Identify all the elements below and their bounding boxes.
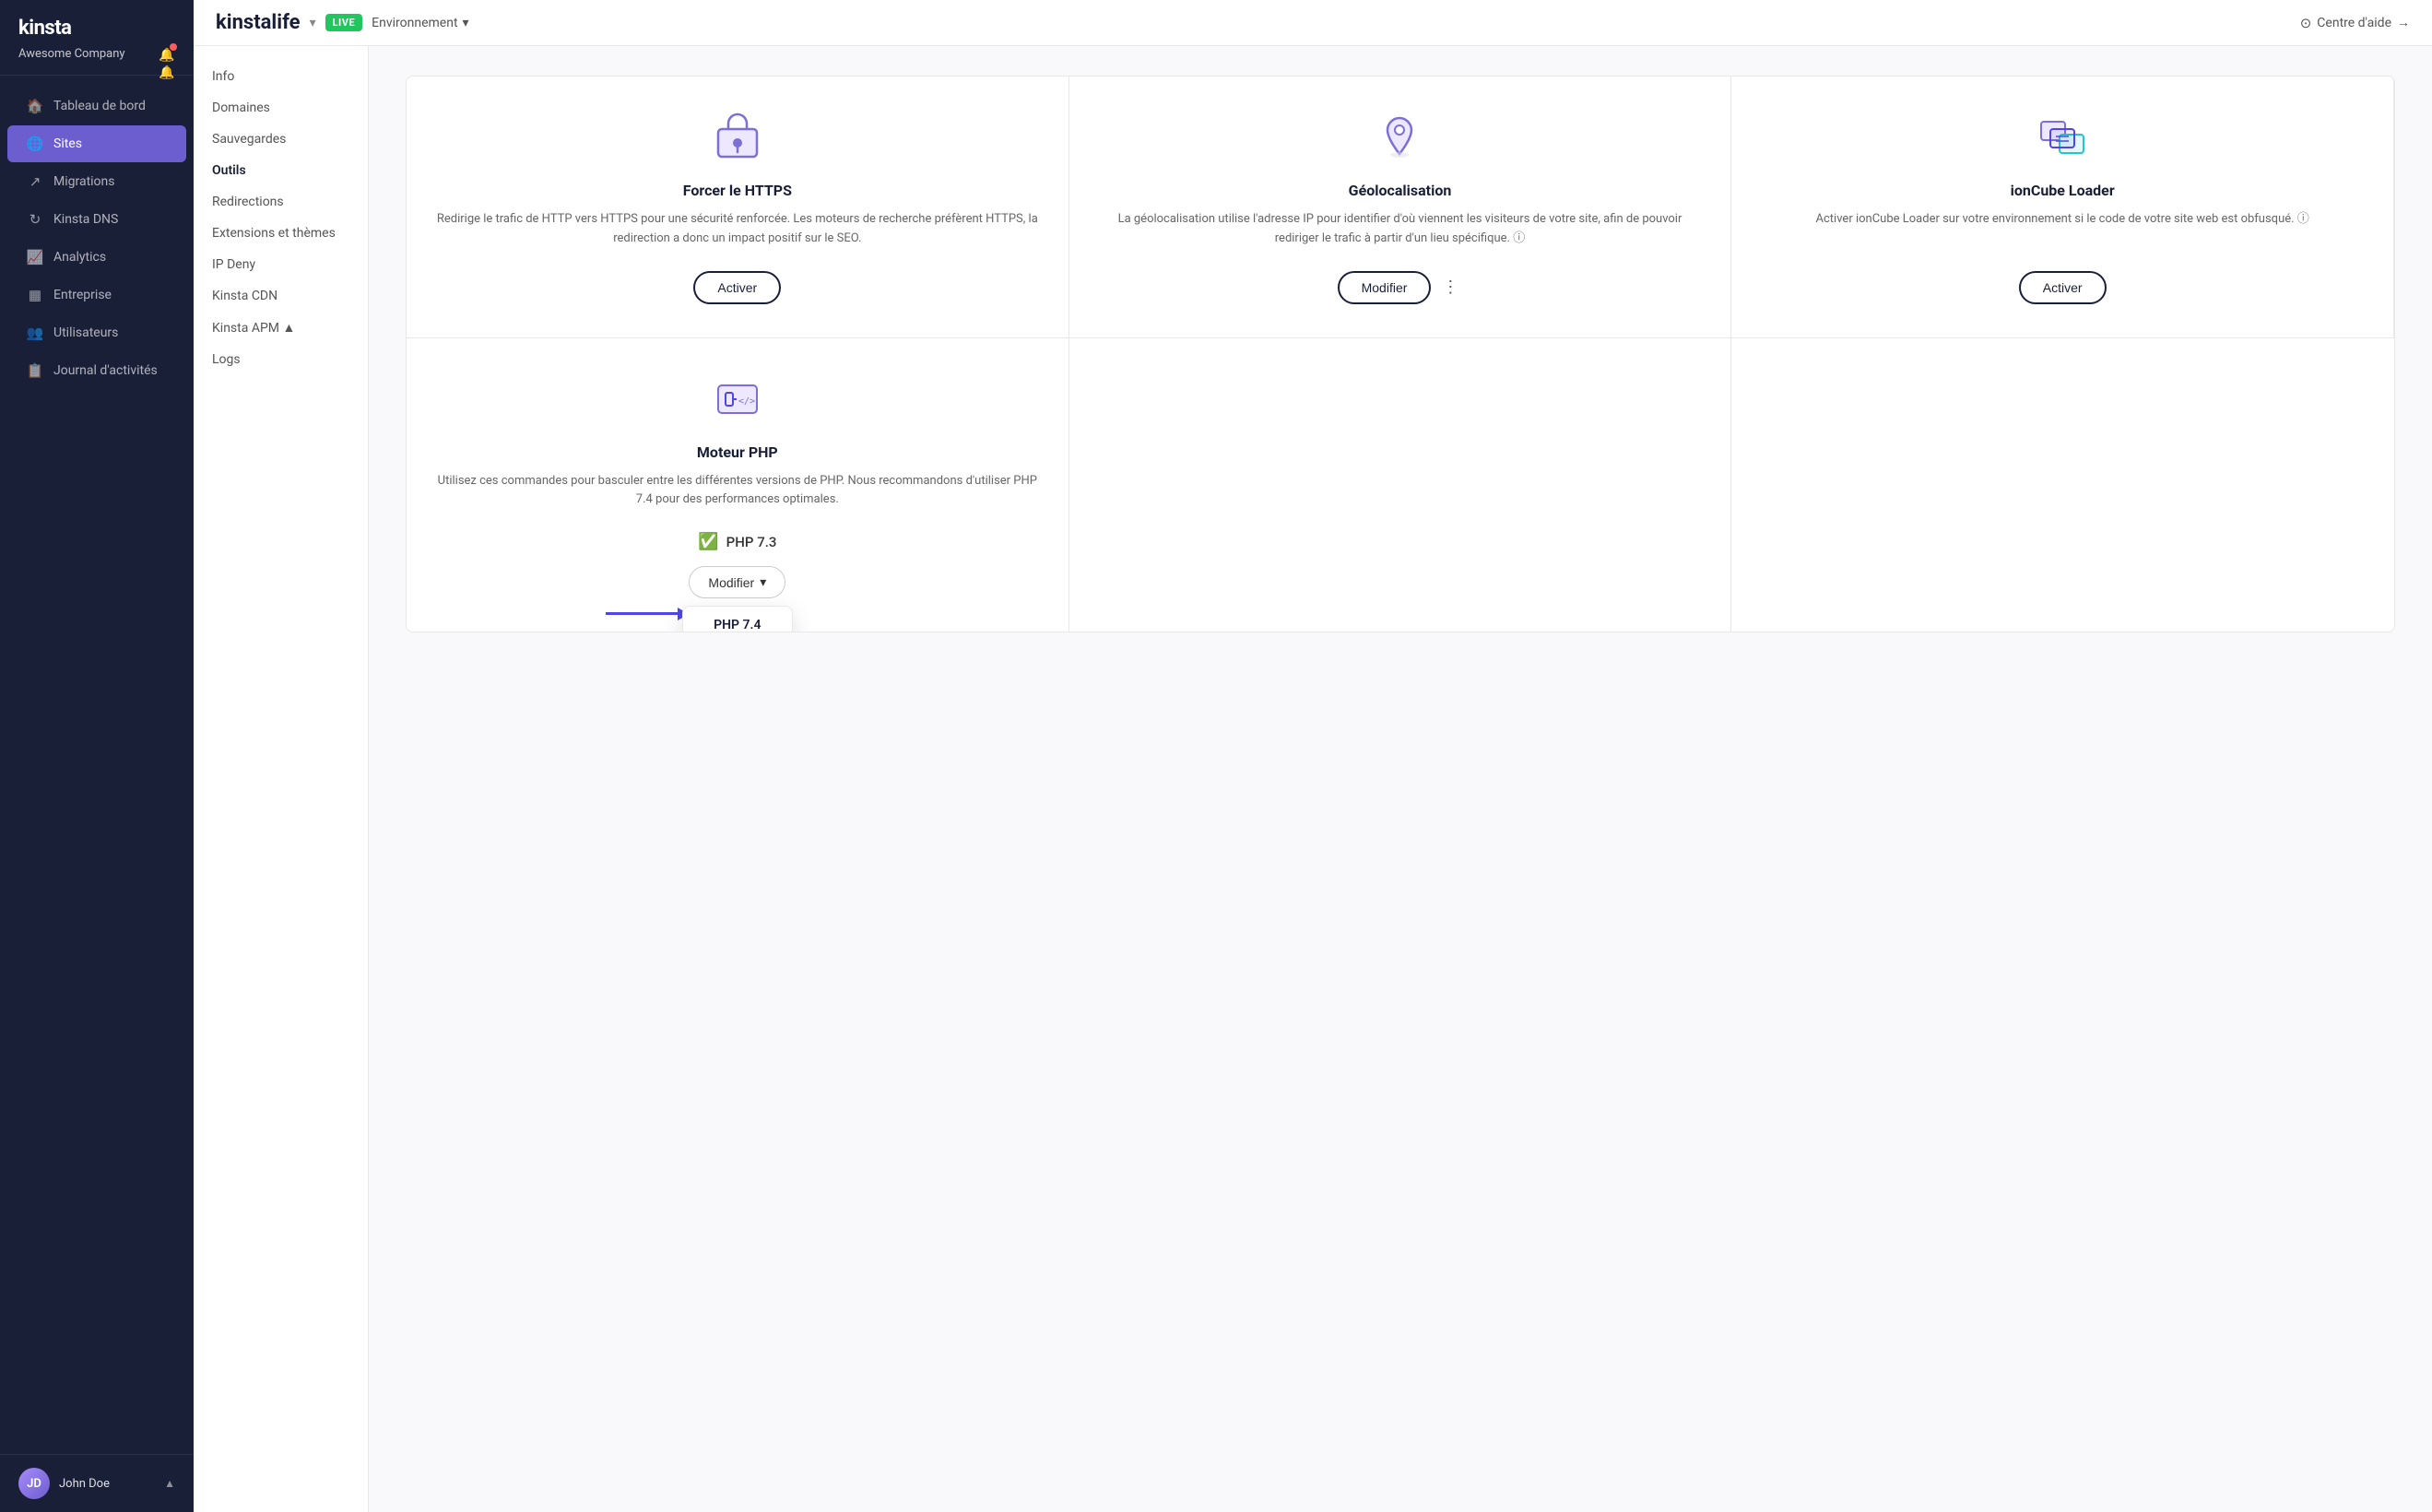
- sidebar-footer: JD John Doe ▲: [0, 1454, 194, 1512]
- user-info: JD John Doe: [18, 1468, 110, 1499]
- tool-card-ioncube: ionCube Loader Activer ionCube Loader su…: [1731, 77, 2394, 338]
- sub-nav-logs[interactable]: Logs: [194, 344, 368, 375]
- help-icon: ⊙: [2300, 15, 2312, 31]
- content-area: Info Domaines Sauvegardes Outils Redirec…: [194, 46, 2432, 1512]
- sidebar-item-label: Analytics: [53, 250, 106, 265]
- geo-title: Géolocalisation: [1349, 182, 1452, 199]
- php-version-row: ✅ PHP 7.3: [698, 532, 776, 551]
- env-selector[interactable]: Environnement ▾: [372, 16, 468, 30]
- help-label: Centre d'aide: [2317, 16, 2391, 30]
- sub-nav-info[interactable]: Info: [194, 61, 368, 92]
- sidebar-item-kinsta-dns[interactable]: ↻ Kinsta DNS: [7, 201, 186, 238]
- ioncube-title: ionCube Loader: [2011, 182, 2115, 199]
- sidebar-item-label: Journal d'activités: [53, 363, 158, 378]
- notification-icon[interactable]: 🔔: [159, 45, 175, 62]
- page-content: Forcer le HTTPS Redirige le trafic de HT…: [369, 46, 2432, 1512]
- sidebar-item-analytics[interactable]: 📈 Analytics: [7, 239, 186, 276]
- https-icon: [710, 110, 765, 165]
- sidebar-header: kinsta Awesome Company 🔔: [0, 0, 194, 76]
- geo-icon: [1372, 110, 1427, 165]
- https-actions: Activer: [693, 271, 781, 304]
- sub-nav-outils[interactable]: Outils: [194, 155, 368, 186]
- https-title: Forcer le HTTPS: [683, 182, 792, 199]
- main-area: kinstalife ▾ LIVE Environnement ▾ ⊙ Cent…: [194, 0, 2432, 1512]
- sub-nav-ip-deny[interactable]: IP Deny: [194, 249, 368, 280]
- geo-more-icon[interactable]: ⋮: [1438, 274, 1462, 301]
- site-chevron-icon[interactable]: ▾: [310, 16, 316, 30]
- https-activate-button[interactable]: Activer: [693, 271, 781, 304]
- sidebar-logo: kinsta: [18, 17, 175, 40]
- php-description: Utilisez ces commandes pour basculer ent…: [432, 472, 1043, 511]
- users-icon: 👥: [26, 324, 44, 342]
- help-chevron-icon: →: [2397, 15, 2410, 30]
- site-name: kinstalife: [216, 11, 301, 34]
- svg-text:</>: </>: [738, 396, 755, 407]
- ioncube-activate-button[interactable]: Activer: [2019, 271, 2107, 304]
- user-name: John Doe: [59, 1477, 110, 1491]
- sidebar-item-journal[interactable]: 📋 Journal d'activités: [7, 352, 186, 389]
- ioncube-description: Activer ionCube Loader sur votre environ…: [1816, 210, 2309, 249]
- env-chevron-icon: ▾: [463, 16, 469, 30]
- sub-nav-sauvegardes[interactable]: Sauvegardes: [194, 124, 368, 155]
- sidebar-company: Awesome Company 🔔: [18, 45, 175, 62]
- sidebar-item-migrations[interactable]: ↗ Migrations: [7, 163, 186, 200]
- modifier-chevron-icon: ▾: [760, 574, 766, 590]
- sidebar-item-dashboard[interactable]: 🏠 Tableau de bord: [7, 88, 186, 124]
- modifier-label: Modifier: [708, 575, 754, 590]
- home-icon: 🏠: [26, 97, 44, 115]
- arrow-indicator: [606, 612, 679, 615]
- tool-card-php: </> Moteur PHP Utilisez ces commandes po…: [407, 338, 1069, 632]
- sidebar-item-sites[interactable]: 🌐 Sites: [7, 125, 186, 162]
- sidebar-item-label: Tableau de bord: [53, 99, 146, 113]
- sub-nav-kinsta-cdn[interactable]: Kinsta CDN: [194, 280, 368, 312]
- sidebar-item-label: Sites: [53, 136, 82, 151]
- php-current-version: PHP 7.3: [726, 534, 777, 550]
- sub-nav-kinsta-apm[interactable]: Kinsta APM ▲: [194, 312, 368, 344]
- entreprise-icon: ▦: [26, 286, 44, 304]
- sidebar-item-label: Entreprise: [53, 288, 112, 302]
- php-dropdown-menu: PHP 7.4 PHP 7.3 PHP 7.2: [682, 606, 793, 632]
- geo-actions: Modifier ⋮: [1338, 271, 1463, 304]
- tool-card-empty-1: [1069, 338, 1732, 632]
- env-label: Environnement: [372, 16, 457, 30]
- geo-modify-button[interactable]: Modifier: [1338, 271, 1432, 304]
- geo-description: La géolocalisation utilise l'adresse IP …: [1095, 210, 1706, 249]
- sidebar-item-entreprise[interactable]: ▦ Entreprise: [7, 277, 186, 313]
- sub-nav-redirections[interactable]: Redirections: [194, 186, 368, 218]
- php-dropdown-area: Modifier ▾ PHP 7.4: [689, 566, 785, 598]
- sidebar-item-utilisateurs[interactable]: 👥 Utilisateurs: [7, 314, 186, 351]
- analytics-icon: 📈: [26, 248, 44, 266]
- journal-icon: 📋: [26, 361, 44, 380]
- php-title: Moteur PHP: [697, 443, 778, 461]
- ioncube-icon: [2035, 110, 2090, 165]
- ioncube-actions: Activer: [2019, 271, 2107, 304]
- sub-sidebar: Info Domaines Sauvegardes Outils Redirec…: [194, 46, 369, 1512]
- sidebar: kinsta Awesome Company 🔔 🏠 Tableau de bo…: [0, 0, 194, 1512]
- dns-icon: ↻: [26, 210, 44, 229]
- topbar-left: kinstalife ▾ LIVE Environnement ▾: [216, 11, 469, 34]
- sidebar-item-label: Utilisateurs: [53, 325, 118, 340]
- php-option-74[interactable]: PHP 7.4: [683, 607, 792, 632]
- sub-nav-domaines[interactable]: Domaines: [194, 92, 368, 124]
- sub-nav-extensions[interactable]: Extensions et thèmes: [194, 218, 368, 249]
- tool-card-empty-2: [1731, 338, 2394, 632]
- notification-dot: [170, 43, 177, 51]
- company-name: Awesome Company: [18, 47, 125, 61]
- topbar-right[interactable]: ⊙ Centre d'aide →: [2300, 15, 2410, 31]
- topbar: kinstalife ▾ LIVE Environnement ▾ ⊙ Cent…: [194, 0, 2432, 46]
- sidebar-item-label: Kinsta DNS: [53, 212, 118, 227]
- tool-card-https: Forcer le HTTPS Redirige le trafic de HT…: [407, 77, 1069, 338]
- php-icon: </>: [710, 372, 765, 427]
- migrations-icon: ↗: [26, 172, 44, 191]
- sidebar-nav: 🏠 Tableau de bord 🌐 Sites ↗ Migrations ↻…: [0, 76, 194, 1454]
- php-check-icon: ✅: [698, 532, 718, 551]
- sites-icon: 🌐: [26, 135, 44, 153]
- sidebar-item-label: Migrations: [53, 174, 115, 189]
- avatar: JD: [18, 1468, 50, 1499]
- https-description: Redirige le trafic de HTTP vers HTTPS po…: [432, 210, 1043, 249]
- live-badge: LIVE: [325, 14, 363, 31]
- php-modifier-button[interactable]: Modifier ▾: [689, 566, 785, 598]
- chevron-up-icon: ▲: [164, 1477, 175, 1490]
- tool-card-geo: Géolocalisation La géolocalisation utili…: [1069, 77, 1732, 338]
